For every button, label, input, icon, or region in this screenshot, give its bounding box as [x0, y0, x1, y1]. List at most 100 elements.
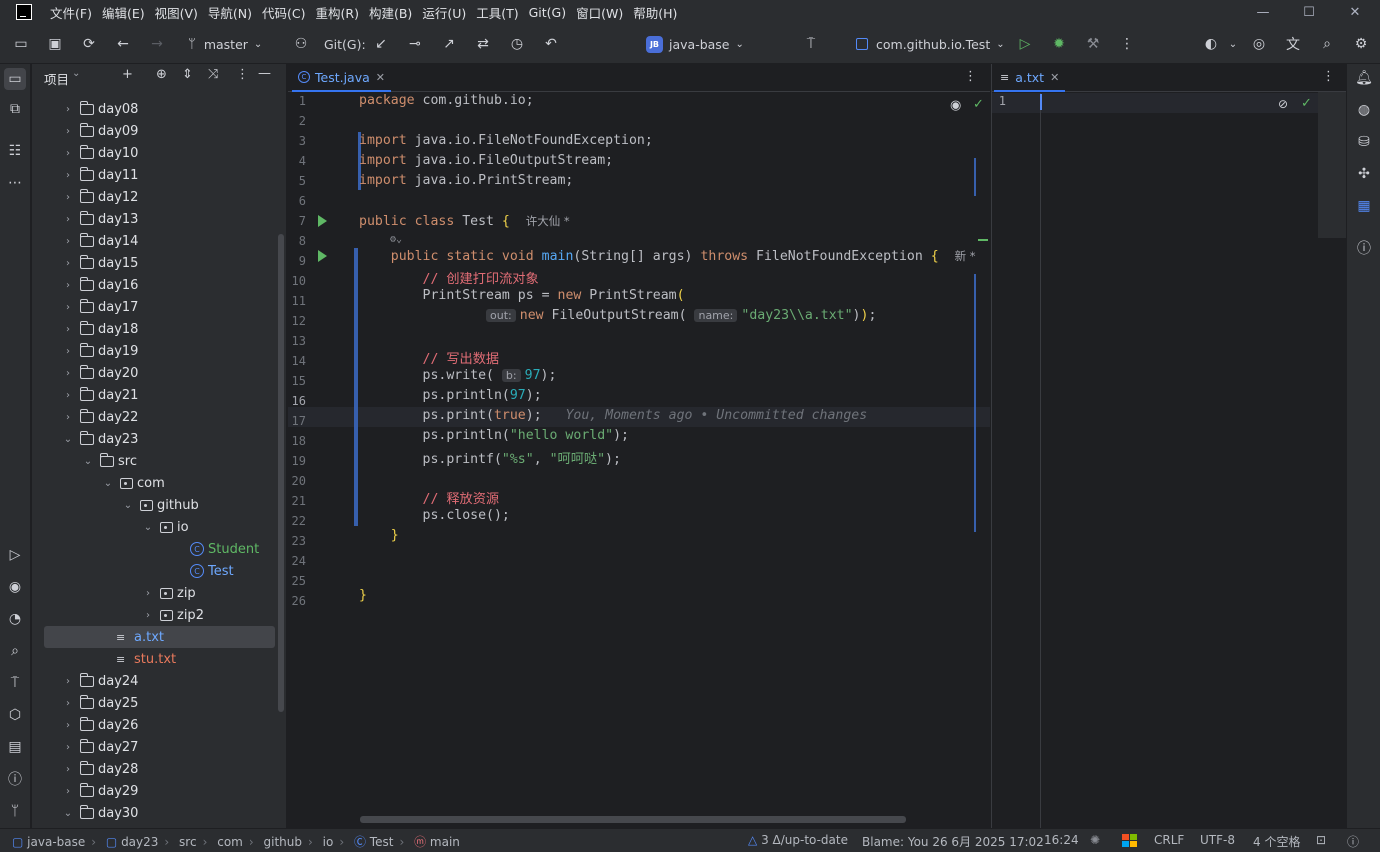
read-only-lock-icon[interactable]: ⊡	[1316, 833, 1326, 847]
locate-icon[interactable]: ⊕	[156, 67, 167, 82]
merge-icon[interactable]: ⇄	[474, 35, 492, 53]
history-icon[interactable]: ◷	[508, 35, 526, 53]
commit-panel-icon[interactable]: ⧉	[6, 100, 24, 118]
menu-help[interactable]: 帮助(H)	[633, 3, 685, 22]
tab-test-java[interactable]: C Test.java ✕	[292, 64, 391, 92]
tree-item-Test[interactable]: C Test	[32, 560, 286, 582]
find-icon[interactable]: ⌕	[6, 642, 24, 660]
ai-chat-icon[interactable]: ◍	[1355, 101, 1373, 119]
tree-item-day18[interactable]: › day18	[32, 318, 286, 340]
code-line[interactable]: ps.write( b: 97);	[359, 368, 557, 383]
project-selector[interactable]: JB java-base ⌄	[646, 24, 744, 64]
commit-user-icon[interactable]: ⚇	[292, 35, 310, 53]
chevron-right-icon[interactable]: ›	[62, 742, 74, 753]
build-tool-icon[interactable]: ⍑	[802, 35, 820, 53]
tree-item-day13[interactable]: › day13	[32, 208, 286, 230]
tree-item-day28[interactable]: › day28	[32, 758, 286, 780]
code-line[interactable]: out: new FileOutputStream( name: "day23\\a…	[359, 308, 876, 323]
run-icon[interactable]: ▷	[1016, 35, 1034, 53]
settings-gear-icon[interactable]: ⚙	[1352, 35, 1370, 53]
save-icon[interactable]: ▣	[46, 35, 64, 53]
code-line[interactable]: ps.printf("%s", "呵呵哒");	[359, 448, 621, 467]
menu-code[interactable]: 代码(C)	[262, 3, 313, 22]
chevron-right-icon[interactable]: ›	[142, 610, 154, 621]
no-problems-check-icon[interactable]: ✓	[1301, 96, 1312, 111]
tree-item-day26[interactable]: › day26	[32, 714, 286, 736]
ai-assistant-icon[interactable]: ◎	[1250, 35, 1268, 53]
tree-item-day27[interactable]: › day27	[32, 736, 286, 758]
chevron-right-icon[interactable]: ›	[62, 764, 74, 775]
push-icon[interactable]: ↗	[440, 35, 458, 53]
chevron-right-icon[interactable]: ›	[62, 258, 74, 269]
translate-icon[interactable]: 文	[1284, 35, 1302, 53]
maven-icon[interactable]: ✣	[1355, 165, 1373, 183]
chevron-down-icon[interactable]: ⌄	[102, 478, 114, 489]
minimize-icon[interactable]: —	[1240, 0, 1286, 24]
blame-status[interactable]: Blame: You 26 6月 2025 17:02	[862, 833, 1044, 850]
chevron-right-icon[interactable]: ›	[62, 390, 74, 401]
breadcrumb-item[interactable]: io	[323, 835, 334, 849]
options-icon[interactable]: ⋮	[236, 67, 249, 82]
hide-panel-icon[interactable]: —	[258, 66, 271, 81]
tree-item-day11[interactable]: › day11	[32, 164, 286, 186]
breadcrumb-item[interactable]: day23	[121, 835, 158, 849]
horizontal-scrollbar[interactable]	[360, 816, 906, 823]
notifications-icon[interactable]: 🔔︎	[1355, 69, 1373, 87]
hammer-icon[interactable]: ⚒	[1084, 35, 1102, 53]
tree-item-day25[interactable]: › day25	[32, 692, 286, 714]
code-line-current[interactable]: ps.print(true); You, Moments ago • Uncom…	[359, 408, 868, 423]
menu-run[interactable]: 运行(U)	[422, 3, 474, 22]
breadcrumb-item[interactable]: java-base	[27, 835, 85, 849]
chevron-down-icon[interactable]: ⌄	[142, 522, 154, 533]
sync-icon[interactable]: ⟳	[80, 35, 98, 53]
no-problems-check-icon[interactable]: ✓	[973, 97, 984, 112]
expand-all-icon[interactable]: ⇕	[182, 67, 193, 82]
chevron-right-icon[interactable]: ›	[62, 236, 74, 247]
chevron-right-icon[interactable]: ›	[62, 126, 74, 137]
code-line[interactable]: import java.io.FileOutputStream;	[359, 153, 613, 168]
code-line[interactable]: // 释放资源	[359, 488, 500, 507]
tree-item-day10[interactable]: › day10	[32, 142, 286, 164]
code-line[interactable]: PrintStream ps = new PrintStream(	[359, 288, 685, 303]
more-icon[interactable]: ⋮	[1118, 35, 1136, 53]
chevron-down-icon[interactable]: ⌄	[72, 68, 80, 79]
chevron-down-icon[interactable]: ⌄	[82, 456, 94, 467]
file-encoding[interactable]: UTF-8	[1200, 833, 1235, 847]
code-line[interactable]: }	[359, 588, 367, 603]
breadcrumb-item[interactable]: Test	[370, 835, 394, 849]
tree-item-day17[interactable]: › day17	[32, 296, 286, 318]
line-separator[interactable]: CRLF	[1154, 833, 1184, 847]
project-folder-icon[interactable]: ▭	[4, 68, 26, 90]
reader-mode-off-icon[interactable]: ⊘	[1278, 97, 1288, 111]
tree-item-day30[interactable]: ⌄ day30	[32, 802, 286, 824]
menu-edit[interactable]: 编辑(E)	[102, 3, 153, 22]
chevron-right-icon[interactable]: ›	[62, 786, 74, 797]
debug-icon[interactable]: ✹	[1050, 35, 1068, 53]
branch-selector[interactable]: ᛘ master ⌄	[188, 24, 262, 64]
menu-git[interactable]: Git(G)	[529, 5, 575, 20]
close-tab-icon[interactable]: ✕	[376, 71, 385, 84]
new-hint[interactable]: 新 *	[955, 249, 976, 263]
git-icon[interactable]: ᛘ	[6, 802, 24, 820]
code-line[interactable]: import java.io.FileNotFoundException;	[359, 133, 653, 148]
problems-icon[interactable]: ⓘ	[6, 770, 24, 788]
tree-item-com[interactable]: ⌄ com	[32, 472, 286, 494]
code-line[interactable]: ps.println(97);	[359, 388, 542, 403]
breadcrumb-item[interactable]: src	[179, 835, 197, 849]
rollback-icon[interactable]: ↶	[542, 35, 560, 53]
chevron-right-icon[interactable]: ›	[62, 214, 74, 225]
menu-tools[interactable]: 工具(T)	[476, 3, 526, 22]
tree-item-io[interactable]: ⌄ io	[32, 516, 286, 538]
breadcrumb-item[interactable]: main	[430, 835, 460, 849]
tree-item-day22[interactable]: › day22	[32, 406, 286, 428]
problems-status-icon[interactable]: ⓘ	[1347, 833, 1359, 850]
database-icon[interactable]: ⛁	[1355, 133, 1373, 151]
chevron-right-icon[interactable]: ›	[62, 280, 74, 291]
menu-navigate[interactable]: 导航(N)	[208, 3, 260, 22]
reader-mode-eye-icon[interactable]: ◉	[950, 98, 961, 113]
tree-item-day20[interactable]: › day20	[32, 362, 286, 384]
tree-item-day15[interactable]: › day15	[32, 252, 286, 274]
code-line[interactable]: }	[359, 528, 399, 543]
tree-item-a-txt[interactable]: ≡ a.txt	[44, 626, 275, 648]
tree-item-src[interactable]: ⌄ src	[32, 450, 286, 472]
